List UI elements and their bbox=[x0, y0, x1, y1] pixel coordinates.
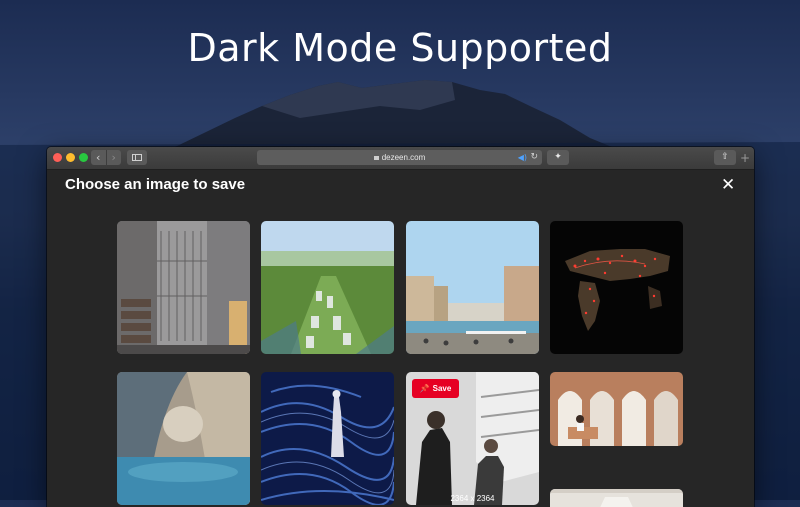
share-button[interactable]: ⇧ bbox=[714, 150, 736, 165]
sound-icon[interactable]: ◀) bbox=[518, 150, 527, 165]
white-room-image[interactable] bbox=[550, 489, 683, 507]
address-bar[interactable]: dezeen.com ◀) ↻ bbox=[257, 150, 542, 165]
forward-button[interactable]: › bbox=[105, 150, 122, 165]
image-picker-panel: Choose an image to save ✕ 📌 Save 2364 x … bbox=[47, 170, 754, 507]
nav-buttons: ‹ › bbox=[91, 150, 121, 165]
zoom-window-button[interactable] bbox=[79, 153, 88, 162]
back-button[interactable]: ‹ bbox=[91, 150, 106, 165]
arched-room-image[interactable] bbox=[550, 372, 683, 446]
panel-title: Choose an image to save bbox=[65, 176, 246, 193]
man-by-building-image[interactable]: 📌 Save 2364 x 2364 bbox=[406, 372, 539, 505]
image-dimensions: 2364 x 2364 bbox=[450, 494, 495, 503]
browser-toolbar: ‹ › dezeen.com ◀) ↻ ✦ ⇧ + bbox=[47, 147, 754, 170]
headline: Dark Mode Supported bbox=[187, 26, 613, 70]
close-window-button[interactable] bbox=[53, 153, 62, 162]
save-label: Save bbox=[432, 384, 452, 393]
library-wall-image[interactable] bbox=[117, 221, 250, 354]
minimize-window-button[interactable] bbox=[66, 153, 75, 162]
browser-window: ‹ › dezeen.com ◀) ↻ ✦ ⇧ + Choose an imag… bbox=[47, 147, 754, 507]
pin-extension-button[interactable]: ✦ bbox=[547, 150, 569, 165]
new-tab-button[interactable]: + bbox=[740, 152, 750, 164]
save-button[interactable]: 📌 Save bbox=[412, 379, 459, 398]
sidebar-icon bbox=[132, 154, 142, 161]
sidebar-toggle-button[interactable] bbox=[127, 150, 147, 165]
world-map-lights-image[interactable] bbox=[550, 221, 683, 354]
circular-pool-image[interactable] bbox=[117, 372, 250, 505]
lock-icon bbox=[373, 156, 379, 160]
url-text: dezeen.com bbox=[381, 153, 426, 162]
light-swirl-figure-image[interactable] bbox=[261, 372, 394, 505]
reload-icon[interactable]: ↻ bbox=[530, 150, 538, 165]
waterfront-buildings-image[interactable] bbox=[406, 221, 539, 354]
green-city-image[interactable] bbox=[261, 221, 394, 354]
close-icon[interactable]: ✕ bbox=[721, 177, 735, 194]
pin-icon: 📌 bbox=[419, 384, 430, 393]
